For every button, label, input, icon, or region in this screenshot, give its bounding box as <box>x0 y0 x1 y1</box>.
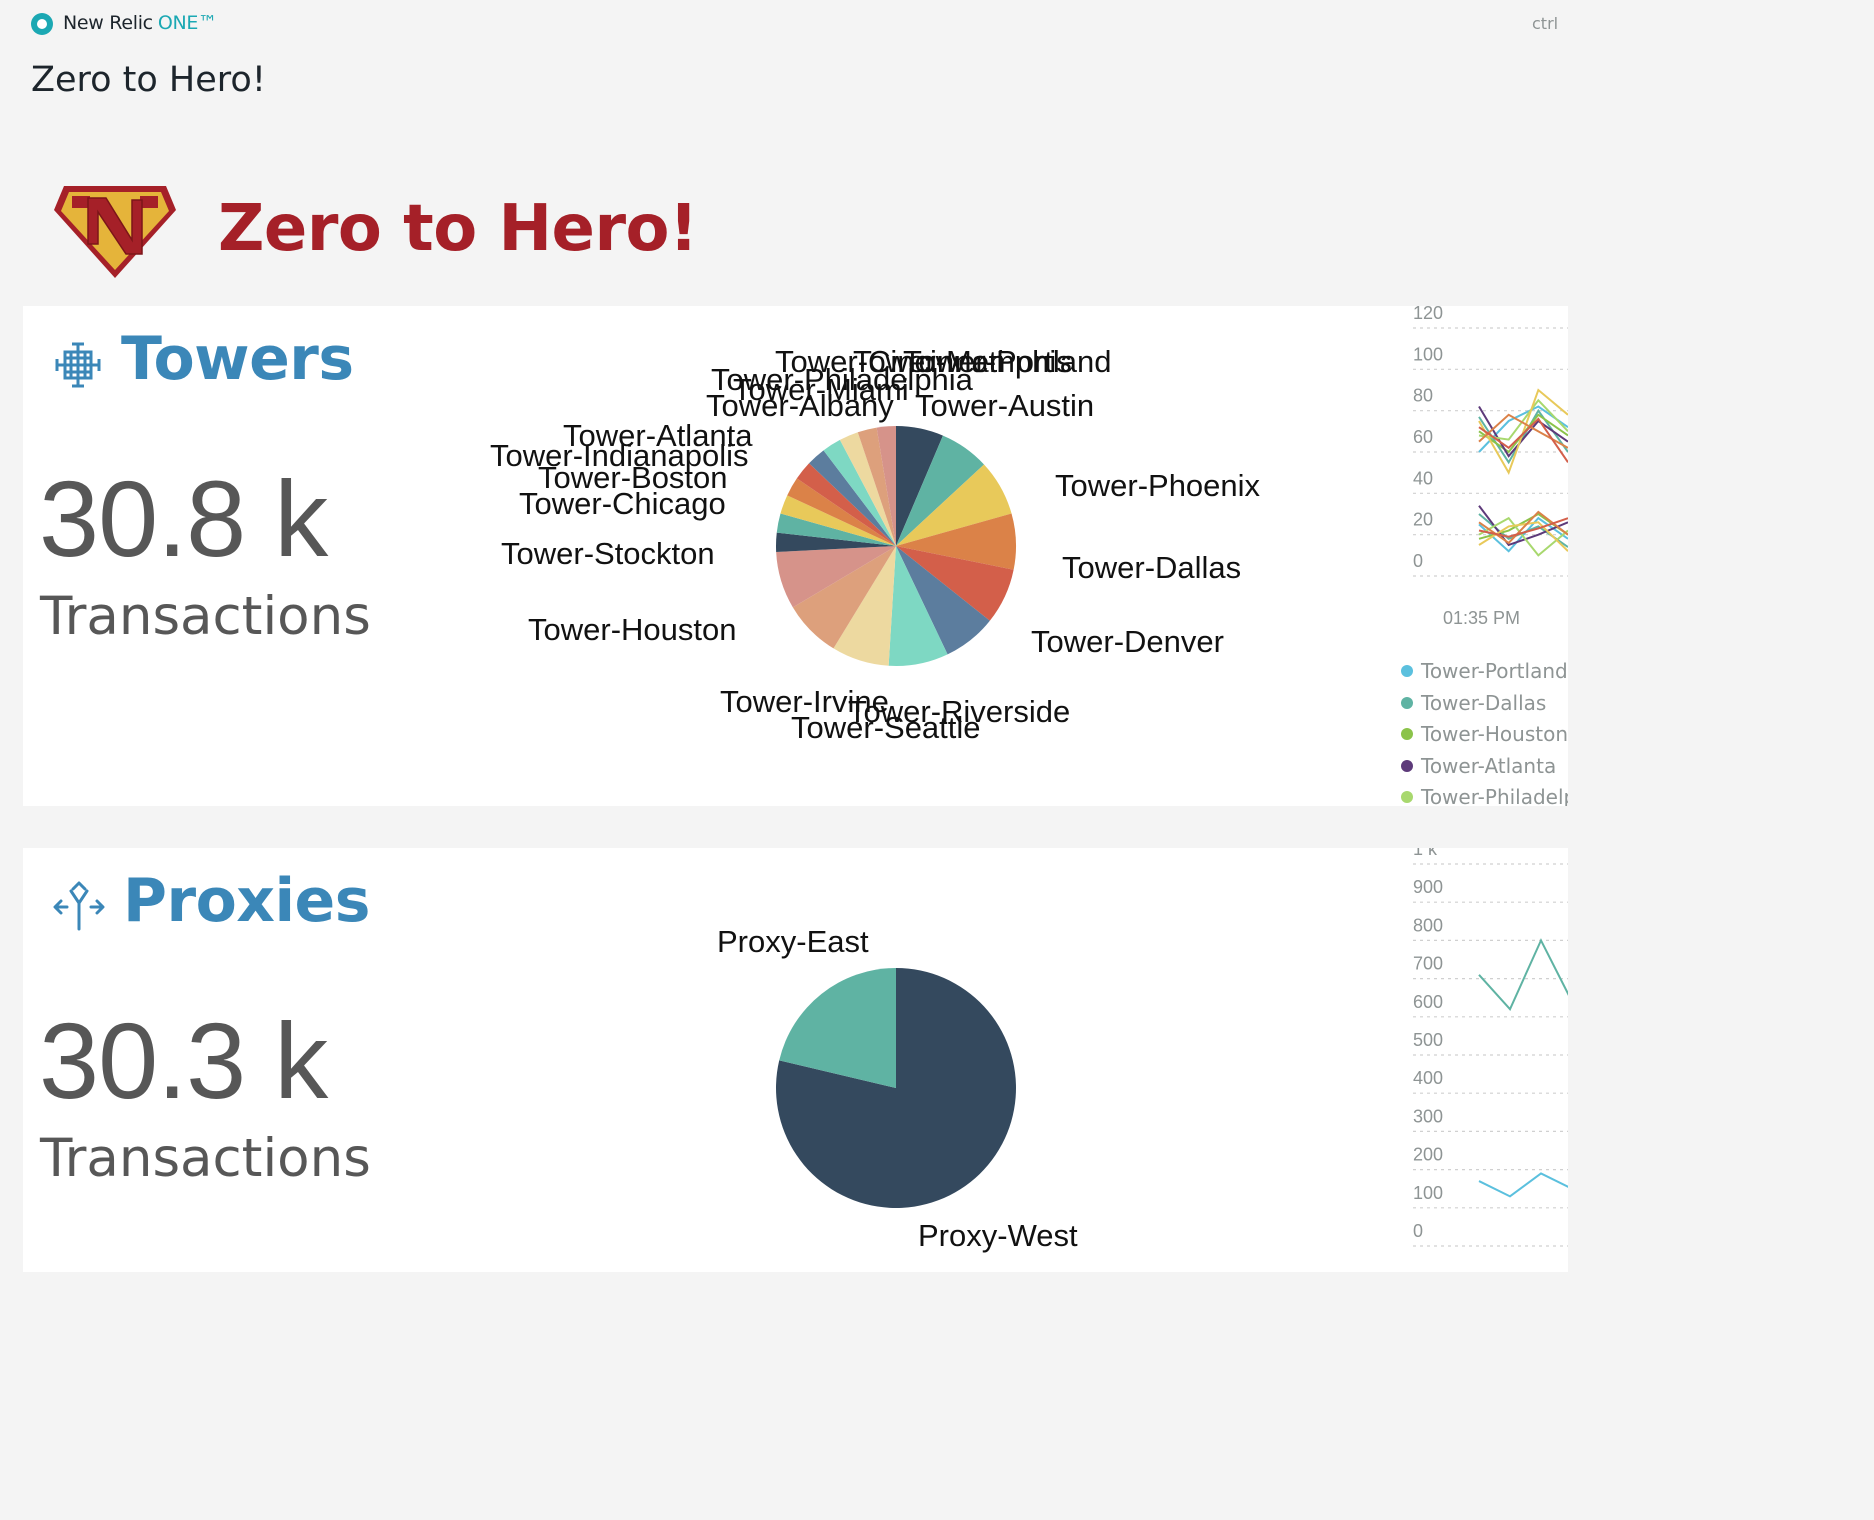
legend-swatch <box>1401 665 1413 677</box>
pie-label: Proxy-East <box>717 924 869 959</box>
y-tick-label: 100 <box>1413 1183 1443 1203</box>
top-bar: New Relic ONE™ ctrl <box>0 0 1568 46</box>
towers-panel: Towers 30.8 k Transactions Tower-Cincinn… <box>23 306 1568 806</box>
legend-label: Tower-Portland <box>1421 659 1568 683</box>
pie-label: Tower-Seattle <box>791 710 981 745</box>
pie-label: Tower-Dallas <box>1062 550 1241 585</box>
series-line[interactable] <box>1478 938 1568 1011</box>
y-tick-label: 700 <box>1413 954 1443 974</box>
keyboard-shortcut-hint: ctrl <box>1532 14 1559 33</box>
legend-swatch <box>1401 759 1413 772</box>
brand-text: New Relic <box>63 12 153 34</box>
y-tick-label: 500 <box>1413 1030 1443 1050</box>
pie-label: Tower-Austin <box>915 388 1094 423</box>
hero-logo-letter: N <box>50 182 51 183</box>
hero-title: Zero to Hero! <box>218 192 698 266</box>
y-tick-label: 0 <box>1413 551 1423 571</box>
towers-pie-chart[interactable]: Tower-CincinnatiTower-MemphisTower-Portl… <box>23 306 1568 806</box>
hero-shield-icon: N <box>50 182 176 278</box>
y-tick-label: 80 <box>1413 386 1433 406</box>
pie-label: Tower-Stockton <box>501 536 715 571</box>
legend-label: Tower-Philadelphia <box>1421 785 1568 806</box>
y-tick-label: 200 <box>1413 1145 1443 1165</box>
brand-one-text: ONE™ <box>157 12 217 34</box>
y-tick-label: 100 <box>1413 344 1443 364</box>
y-tick-label: 400 <box>1413 1068 1443 1088</box>
pie-label: Tower-Denver <box>1031 624 1224 659</box>
y-tick-label: 600 <box>1413 992 1443 1012</box>
legend-item[interactable]: Tower-Atlanta <box>1399 751 1568 783</box>
legend-item[interactable]: Tower-Portland <box>1399 656 1568 688</box>
legend-label: Tower-Houston <box>1421 722 1568 747</box>
towers-line-chart[interactable]: 120 100 80 60 40 20 0 01:35 PM <box>1373 306 1568 636</box>
y-tick-label: 0 <box>1413 1221 1423 1241</box>
y-tick-label: 60 <box>1413 427 1433 447</box>
pie-label: Tower-Phoenix <box>1055 468 1261 503</box>
x-tick-label: 01:35 PM <box>1443 608 1520 628</box>
legend-swatch <box>1401 696 1413 709</box>
dashboard-title: Zero to Hero! <box>31 60 266 100</box>
legend-swatch <box>1401 728 1413 741</box>
legend-label: Tower-Atlanta <box>1421 753 1557 778</box>
series-line[interactable] <box>1478 1172 1568 1198</box>
pie-label: Tower-Chicago <box>519 486 726 521</box>
proxies-pie-chart[interactable]: Proxy-East Proxy-West <box>23 848 1568 1272</box>
legend-item[interactable]: Tower-Dallas <box>1399 688 1568 720</box>
legend-swatch <box>1401 791 1413 804</box>
y-tick-label: 300 <box>1413 1106 1443 1126</box>
legend-item[interactable]: Tower-Houston <box>1399 719 1568 751</box>
brand-name[interactable]: New Relic ONE™ <box>63 12 217 34</box>
y-tick-label: 900 <box>1413 877 1443 897</box>
y-tick-label: 800 <box>1413 915 1443 935</box>
y-tick-label: 40 <box>1413 468 1433 488</box>
legend-item[interactable]: Tower-Philadelphia <box>1399 782 1568 806</box>
y-tick-label: 20 <box>1413 510 1433 530</box>
y-tick-label: 1 k <box>1413 848 1438 859</box>
pie-label: Proxy-West <box>918 1218 1078 1253</box>
new-relic-logo-icon[interactable] <box>31 13 53 35</box>
proxies-line-chart[interactable]: 1 k 900 800 700 600 500 400 300 200 100 0 <box>1373 848 1568 1272</box>
towers-legend: Tower-Portland Tower-Dallas Tower-Houston T… <box>1399 656 1568 806</box>
proxies-panel: Proxies 30.3 k Transactions Proxy-East Pr… <box>23 848 1568 1272</box>
hero-banner: N Zero to Hero! <box>22 160 822 290</box>
y-tick-label: 120 <box>1413 306 1443 323</box>
pie-label: Tower-Houston <box>528 612 736 647</box>
legend-label: Tower-Dallas <box>1421 690 1547 715</box>
